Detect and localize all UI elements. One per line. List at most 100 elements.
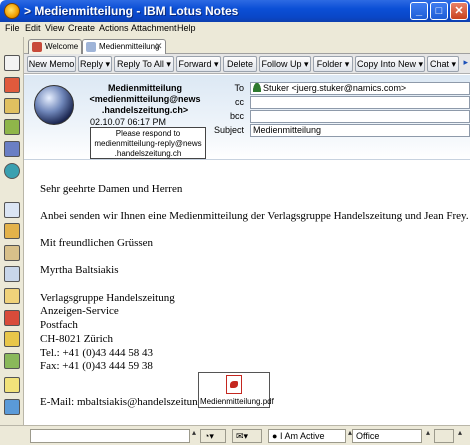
- to-value: Stuker <juerg.stuker@namics.com>: [263, 83, 407, 93]
- to-label: To: [234, 83, 244, 93]
- folder-icon[interactable]: [4, 245, 20, 261]
- signature-department: Anzeigen-Service: [40, 305, 119, 317]
- sametime-icon[interactable]: [4, 163, 20, 179]
- bcc-field[interactable]: [250, 110, 470, 123]
- title-bar[interactable]: > Medienmitteilung - IBM Lotus Notes _ □…: [0, 0, 470, 22]
- menu-file[interactable]: File: [5, 23, 20, 33]
- bookmark-bar: [0, 37, 24, 425]
- copy-into-new-button[interactable]: Copy Into New ▾: [355, 56, 425, 72]
- contacts-icon[interactable]: [4, 98, 20, 114]
- button-label: Chat: [429, 59, 449, 69]
- open-list-icon[interactable]: [4, 399, 20, 415]
- sender-name: Medienmitteilung <medienmitteilung@news …: [80, 83, 210, 116]
- presence-label: I Am Active: [279, 431, 325, 441]
- inbox-dropdown-icon[interactable]: ▴: [458, 428, 462, 437]
- sender-line: .handelszeitung.ch>: [101, 105, 189, 115]
- signature-postfach: Postfach: [40, 319, 78, 331]
- tab-welcome[interactable]: Welcome: [28, 39, 82, 54]
- menu-edit[interactable]: Edit: [25, 23, 41, 33]
- database-icon[interactable]: [4, 223, 20, 239]
- menu-bar: File Edit View Create Actions Attachment…: [0, 22, 470, 37]
- delete-button[interactable]: Delete: [223, 56, 257, 72]
- more-actions-icon[interactable]: ▸: [463, 57, 468, 68]
- menu-view[interactable]: View: [45, 23, 64, 33]
- cc-label: cc: [235, 97, 244, 107]
- respond-line: medienmitteilung-reply@news: [94, 139, 202, 148]
- chat-button[interactable]: Chat ▾: [427, 56, 459, 72]
- favorites-icon[interactable]: [4, 310, 20, 326]
- reply-button[interactable]: Reply ▾: [78, 56, 112, 72]
- location-status[interactable]: Office: [352, 429, 422, 443]
- sent-date: 02.10.07 06:17 PM: [90, 117, 167, 127]
- respond-line: Please respond to: [115, 129, 181, 138]
- body-text: Anbei senden wir Ihnen eine Medienmittei…: [40, 210, 469, 222]
- menu-attachment[interactable]: Attachment: [131, 23, 177, 33]
- tab-close-icon[interactable]: ✕: [155, 40, 163, 53]
- network-status-icon[interactable]: ◔▾: [200, 429, 226, 443]
- folder-button[interactable]: Folder ▾: [313, 56, 353, 72]
- salutation: Sehr geehrte Damen und Herren: [40, 183, 183, 195]
- presence-icon: ●: [272, 431, 278, 441]
- message-header: Medienmitteilung <medienmitteilung@news …: [24, 75, 470, 160]
- lotus-app-icon[interactable]: [4, 3, 20, 19]
- presence-status[interactable]: ● I Am Active: [268, 429, 346, 443]
- envelope-status-icon[interactable]: ✉▾: [232, 429, 262, 443]
- button-label: Delete: [226, 59, 253, 69]
- signature-city: CH-8021 Zürich: [40, 333, 114, 345]
- todo-icon[interactable]: [4, 119, 20, 135]
- closing: Mit freundlichen Grüssen: [40, 237, 154, 249]
- inbox-status-icon[interactable]: [434, 429, 454, 443]
- action-bar: New Memo Reply ▾ Reply To All ▾ Forward …: [24, 54, 470, 74]
- signature-company: Verlagsgruppe Handelszeitung: [40, 292, 175, 304]
- forward-button[interactable]: Forward ▾: [176, 56, 221, 72]
- signature-phone: Tel.: +41 (0)43 444 58 43: [40, 347, 153, 359]
- replicator-icon[interactable]: [4, 141, 20, 157]
- bcc-label: bcc: [229, 111, 244, 121]
- mail-doc-icon: [86, 42, 96, 52]
- bookmark-folder-icon[interactable]: [4, 266, 20, 282]
- mail-icon[interactable]: [4, 55, 20, 71]
- tab-label: Welcome: [45, 42, 79, 51]
- location-dropdown-icon[interactable]: ▴: [426, 428, 430, 437]
- subject-field[interactable]: Medienmitteilung: [250, 124, 470, 137]
- attachment-medienmitteilung-pdf[interactable]: Medienmitteilung.pdf: [198, 372, 274, 408]
- tab-label: Medienmitteilung: [99, 42, 160, 51]
- cc-field[interactable]: [250, 96, 470, 109]
- location-label: Office: [356, 431, 380, 441]
- button-label: Folder: [316, 59, 343, 69]
- minimize-button[interactable]: _: [410, 2, 428, 20]
- menu-help[interactable]: Help: [177, 23, 196, 33]
- reply-to-all-button[interactable]: Reply To All ▾: [114, 56, 174, 72]
- signature-name: Myrtha Baltsiakis: [40, 264, 119, 276]
- new-memo-button[interactable]: New Memo: [27, 56, 76, 72]
- button-label: Reply: [79, 59, 103, 69]
- status-history-arrow-icon[interactable]: ▴: [192, 428, 196, 437]
- tools-icon[interactable]: [4, 353, 20, 369]
- respond-line: .handelszeitung.ch: [114, 149, 182, 158]
- calendar-icon[interactable]: [4, 77, 20, 93]
- home-icon: [32, 42, 42, 52]
- sender-avatar: [34, 85, 74, 125]
- follow-up-button[interactable]: Follow Up ▾: [259, 56, 311, 72]
- signature-fax: Fax: +41 (0)43 444 59 38: [40, 360, 153, 372]
- close-button[interactable]: ✕: [450, 2, 468, 20]
- bookmarks-more-icon[interactable]: [4, 377, 20, 393]
- button-label: Copy Into New: [356, 59, 416, 69]
- person-icon: [253, 83, 261, 92]
- to-field[interactable]: Stuker <juerg.stuker@namics.com>: [250, 82, 470, 95]
- status-bar: ▴ ◔▾ ✉▾ ● I Am Active ▴ Office ▴ ▴: [0, 425, 470, 445]
- recent-icon[interactable]: [4, 288, 20, 304]
- maximize-button[interactable]: □: [430, 2, 448, 20]
- button-label: Forward: [178, 59, 212, 69]
- sender-line: <medienmitteilung@news: [89, 94, 201, 104]
- respond-to-box: Please respond to medienmitteilung-reply…: [90, 127, 206, 159]
- tab-medienmitteilung[interactable]: Medienmitteilung ✕: [82, 39, 166, 54]
- menu-actions[interactable]: Actions: [99, 23, 129, 33]
- button-label: Reply To All: [117, 59, 164, 69]
- history-icon[interactable]: [4, 331, 20, 347]
- pdf-icon: [226, 375, 242, 394]
- subject-label: Subject: [213, 125, 244, 135]
- workspace-icon[interactable]: [4, 202, 20, 218]
- menu-create[interactable]: Create: [68, 23, 95, 33]
- status-message-field[interactable]: [30, 429, 190, 443]
